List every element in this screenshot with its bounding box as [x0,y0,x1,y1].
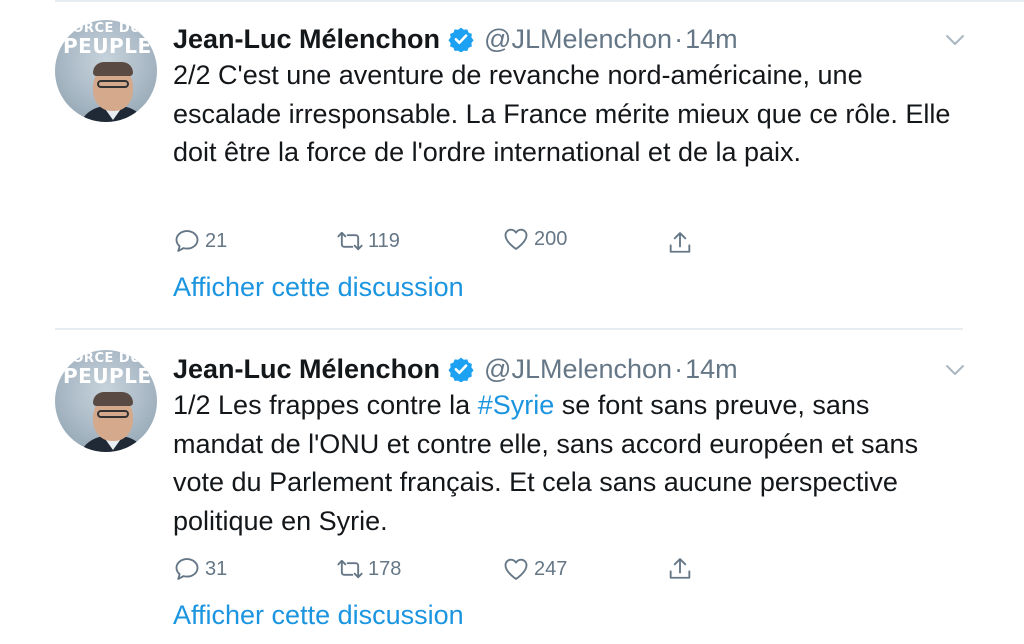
share-icon [669,232,691,253]
verified-badge-icon [448,27,474,52]
retweet-icon [337,231,363,251]
retweet-icon [337,559,363,579]
author-handle[interactable]: @JLMelenchon [484,24,672,55]
reply-icon [175,558,199,580]
retweet-button[interactable]: 178 [336,554,401,584]
reply-button[interactable]: 31 [173,554,227,584]
avatar-glasses [97,410,129,418]
tweet-1[interactable]: FORCE DU PEUPLE Jean-Luc Mélenchon @JLMe… [0,0,1024,330]
reply-count: 21 [205,229,228,252]
show-thread-link[interactable]: Afficher cette discussion [173,600,464,631]
chevron-down-icon[interactable] [943,358,967,382]
avatar-hair [93,62,133,76]
retweet-count: 119 [368,229,400,252]
reply-icon [175,230,199,252]
timestamp[interactable]: 14m [685,354,738,385]
chevron-down-icon[interactable] [943,28,967,52]
like-button[interactable]: 247 [502,554,567,584]
avatar-glasses [97,80,129,88]
avatar-banner: FORCE DU PEUPLE [63,22,152,58]
tweet-text-start: 1/2 Les frappes contre la [173,390,478,420]
timestamp[interactable]: 14m [685,24,738,55]
heart-icon [504,228,528,250]
share-icon [669,558,691,579]
avatar-banner: FORCE DU PEUPLE [63,352,152,388]
author-name[interactable]: Jean-Luc Mélenchon [173,24,440,55]
author-name[interactable]: Jean-Luc Mélenchon [173,354,440,385]
retweet-button[interactable]: 119 [336,226,400,256]
tweet-text: 1/2 Les frappes contre la #Syrie se font… [173,386,963,540]
like-count: 247 [534,557,568,580]
tweet-header: Jean-Luc Mélenchon @JLMelenchon · 14m [173,352,738,386]
tweet-text: 2/2 C'est une aventure de revanche nord-… [173,60,958,167]
share-button[interactable] [666,228,694,258]
avatar-banner-line2: PEUPLE [63,34,152,58]
avatar[interactable]: FORCE DU PEUPLE [55,350,157,452]
separator-dot: · [674,353,684,384]
like-button[interactable]: 200 [502,224,567,254]
separator-dot: · [674,23,684,54]
reply-button[interactable]: 21 [173,226,227,256]
hashtag-link[interactable]: #Syrie [478,390,555,420]
share-button[interactable] [666,554,694,584]
avatar-banner-line2: PEUPLE [63,364,152,388]
tweet-header: Jean-Luc Mélenchon @JLMelenchon · 14m [173,22,738,56]
retweet-count: 178 [368,557,402,580]
heart-icon [504,558,528,580]
avatar-hair [93,392,133,406]
verified-badge-icon [448,357,474,382]
tweet-2[interactable]: FORCE DU PEUPLE Jean-Luc Mélenchon @JLMe… [0,330,1024,644]
like-count: 200 [534,227,568,250]
reply-count: 31 [205,557,228,580]
show-thread-link[interactable]: Afficher cette discussion [173,272,464,303]
author-handle[interactable]: @JLMelenchon [484,354,672,385]
avatar[interactable]: FORCE DU PEUPLE [55,20,157,122]
